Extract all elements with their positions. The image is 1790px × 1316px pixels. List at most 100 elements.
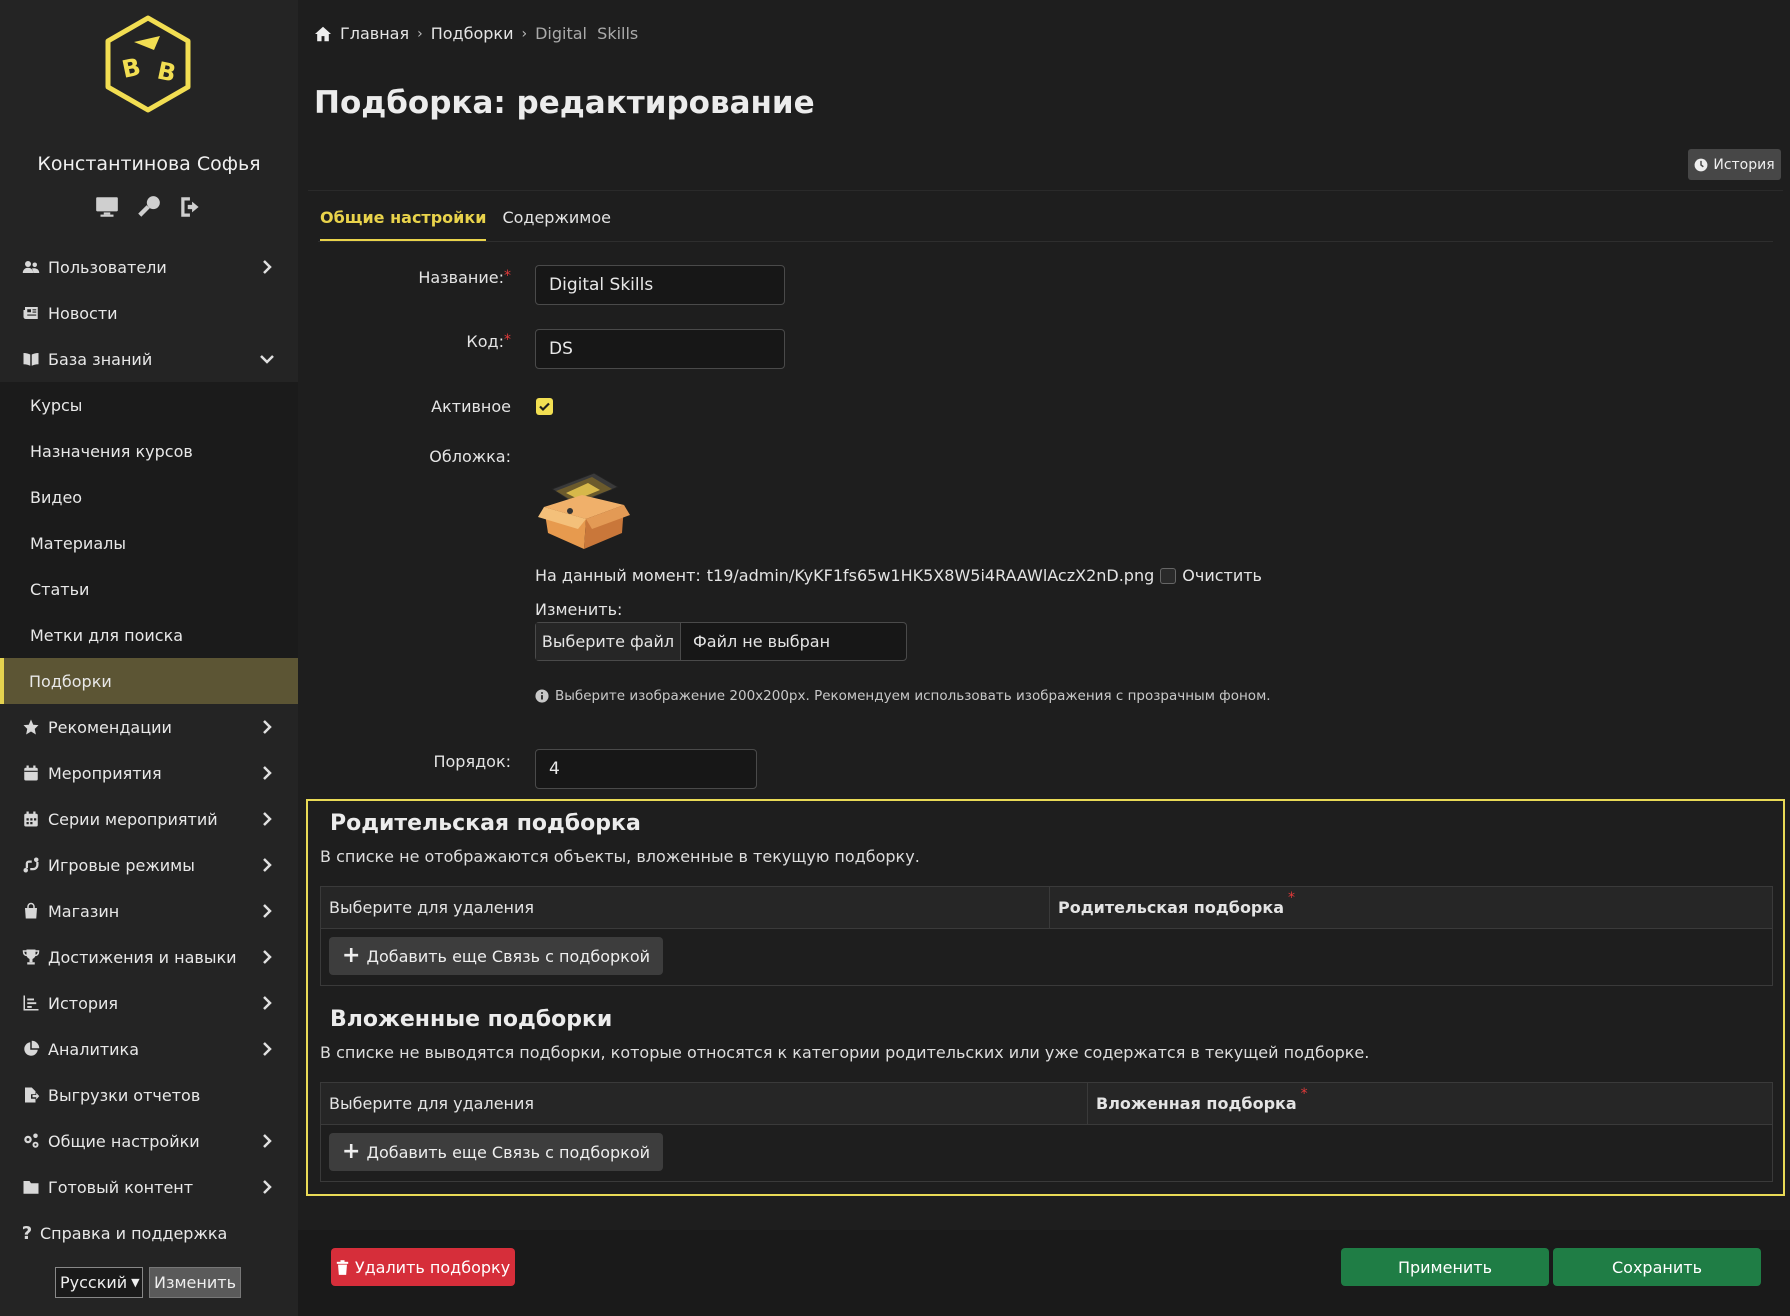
sidebar-item-users[interactable]: Пользователи — [0, 244, 298, 290]
chevron-right-icon — [260, 1132, 274, 1150]
sidebar-item-report-exports[interactable]: Выгрузки отчетов — [0, 1072, 298, 1118]
clear-label: Очистить — [1182, 566, 1262, 585]
breadcrumb: Главная › Подборки › Digital Skills — [314, 24, 638, 43]
active-checkbox[interactable] — [536, 398, 553, 415]
name-input[interactable]: Digital Skills — [535, 265, 785, 305]
sidebar-item-shop[interactable]: Магазин — [0, 888, 298, 934]
chevron-right-icon — [260, 1178, 274, 1196]
chevron-right-icon — [260, 948, 274, 966]
sidebar-item-achievements[interactable]: Достижения и навыки — [0, 934, 298, 980]
cover-image — [538, 472, 630, 549]
user-actions — [0, 194, 298, 220]
chevron-right-icon — [260, 810, 274, 828]
sidebar-item-materials[interactable]: Материалы — [0, 520, 298, 566]
column-nested: Вложенная подборка * — [1096, 1085, 1308, 1114]
tab-content[interactable]: Содержимое — [502, 206, 611, 241]
sidebar-item-help[interactable]: ? Справка и поддержка — [0, 1210, 298, 1256]
sidebar-item-course-assignments[interactable]: Назначения курсов — [0, 428, 298, 474]
sidebar-item-news[interactable]: Новости — [0, 290, 298, 336]
order-label: Порядок: — [433, 752, 511, 771]
history-button[interactable]: История — [1688, 149, 1781, 180]
language-change-button[interactable]: Изменить — [149, 1267, 241, 1298]
sidebar-item-history[interactable]: История — [0, 980, 298, 1026]
sidebar-item-search-tags[interactable]: Метки для поиска — [0, 612, 298, 658]
parent-section-description: В списке не отображаются объекты, вложен… — [320, 847, 920, 866]
breadcrumb-current: Digital Skills — [535, 24, 639, 43]
language-select[interactable]: Русский ▼ — [55, 1267, 143, 1298]
calendar-icon — [20, 763, 42, 783]
column-parent: Родительская подборка * — [1058, 889, 1296, 918]
plus-icon: + — [342, 1139, 361, 1164]
sidebar-item-collections[interactable]: Подборки — [0, 658, 298, 704]
breadcrumb-section[interactable]: Подборки — [431, 24, 514, 43]
table-body: + Добавить еще Связь с подборкой — [321, 929, 1772, 985]
sidebar-item-articles[interactable]: Статьи — [0, 566, 298, 612]
folder-icon — [20, 1177, 42, 1197]
logout-icon[interactable] — [178, 194, 204, 220]
home-icon[interactable] — [314, 26, 332, 42]
sidebar-item-game-modes[interactable]: Игровые режимы — [0, 842, 298, 888]
current-file-info: На данный момент: t19/admin/KyKF1fs65w1H… — [535, 566, 1262, 585]
key-icon[interactable] — [136, 194, 162, 220]
table-header: Выберите для удаления Вложенная подборка… — [321, 1083, 1772, 1125]
breadcrumb-separator: › — [417, 25, 423, 42]
star-icon — [20, 717, 42, 737]
sidebar-item-ready-content[interactable]: Готовый контент — [0, 1164, 298, 1210]
shopping-bag-icon — [20, 901, 42, 921]
nested-section-title: Вложенные подборки — [330, 1007, 613, 1032]
column-delete: Выберите для удаления — [321, 1083, 1088, 1124]
required-marker: * — [504, 332, 511, 348]
page-title: Подборка: редактирование — [314, 85, 815, 121]
sidebar-item-knowledge-base[interactable]: База знаний — [0, 336, 298, 382]
sidebar-item-events[interactable]: Мероприятия — [0, 750, 298, 796]
save-button[interactable]: Сохранить — [1553, 1248, 1761, 1286]
clear-checkbox[interactable] — [1160, 567, 1177, 584]
chevron-right-icon — [260, 902, 274, 920]
breadcrumb-home[interactable]: Главная — [340, 24, 409, 43]
column-delete: Выберите для удаления — [321, 887, 1050, 928]
logo-icon[interactable]: B B — [98, 14, 198, 114]
file-name-display: Файл не выбран — [693, 632, 831, 651]
nested-table: Выберите для удаления Вложенная подборка… — [320, 1082, 1773, 1182]
sidebar-item-recommendations[interactable]: Рекомендации — [0, 704, 298, 750]
current-file-link[interactable]: t19/admin/KyKF1fs65w1HK5X8W5i4RAAWlAczX2… — [707, 566, 1154, 585]
parent-section-title: Родительская подборка — [330, 811, 641, 836]
sidebar: B B Константинова Софья Пользователи Нов… — [0, 0, 298, 1316]
order-input[interactable]: 4 — [535, 749, 757, 789]
apply-button[interactable]: Применить — [1341, 1248, 1549, 1286]
sidebar-item-general-settings[interactable]: Общие настройки — [0, 1118, 298, 1164]
monitor-icon[interactable] — [94, 194, 120, 220]
question-icon: ? — [21, 1222, 33, 1244]
sidebar-item-analytics[interactable]: Аналитика — [0, 1026, 298, 1072]
choose-file-button[interactable]: Выберите файл — [536, 623, 681, 660]
file-input[interactable]: Выберите файл Файл не выбран — [535, 622, 907, 661]
code-label: Код:* — [466, 332, 511, 351]
change-label: Изменить: — [535, 600, 623, 619]
clock-icon — [1694, 158, 1708, 171]
cover-hint: Выберите изображение 200х200px. Рекоменд… — [535, 688, 1271, 704]
cogs-icon — [20, 1131, 42, 1151]
trash-icon — [336, 1259, 349, 1275]
sidebar-item-courses[interactable]: Курсы — [0, 382, 298, 428]
sidebar-item-event-series[interactable]: Серии мероприятий — [0, 796, 298, 842]
parent-table: Выберите для удаления Родительская подбо… — [320, 886, 1773, 986]
user-name: Константинова Софья — [37, 153, 261, 175]
plus-icon: + — [342, 943, 361, 968]
sidebar-item-video[interactable]: Видео — [0, 474, 298, 520]
add-parent-link-button[interactable]: + Добавить еще Связь с подборкой — [329, 937, 664, 975]
sidebar-menu: Пользователи Новости База знаний Курсы Н… — [0, 244, 298, 1256]
active-label: Активное — [431, 397, 511, 416]
delete-collection-button[interactable]: Удалить подборку — [331, 1248, 515, 1286]
trophy-icon — [20, 947, 42, 967]
required-marker: * — [504, 268, 511, 284]
add-nested-link-button[interactable]: + Добавить еще Связь с подборкой — [329, 1133, 664, 1171]
required-marker: * — [1300, 1085, 1308, 1102]
code-input[interactable]: DS — [535, 329, 785, 369]
chevron-right-icon — [260, 1040, 274, 1058]
svg-text:B: B — [119, 53, 143, 84]
info-icon — [535, 689, 549, 703]
nested-section-description: В списке не выводятся подборки, которые … — [320, 1043, 1370, 1062]
tab-general-settings[interactable]: Общие настройки — [320, 206, 487, 241]
chevron-right-icon — [260, 764, 274, 782]
calendar-grid-icon — [20, 809, 42, 829]
